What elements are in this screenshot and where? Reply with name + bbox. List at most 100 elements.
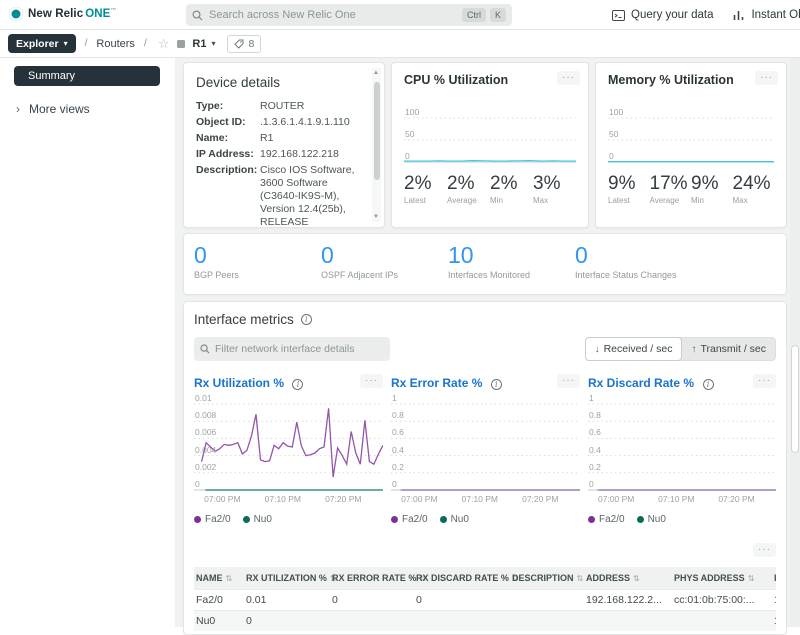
rx-discard-rate-chart[interactable]: 10.80.60.40.20 [588,395,776,491]
legend-item[interactable]: Fa2/0 [588,514,625,525]
logo-text: New RelicONE™ [28,8,117,20]
stat-label: Latest [608,196,650,205]
interface-filter[interactable] [194,337,390,361]
query-your-data-label: Query your data [631,9,713,21]
stat-latest: 9%Latest [608,173,650,205]
rx-utilization-chart-widget: Rx Utilization % i ··· 0.010.0080.0060.0… [194,374,383,525]
tags-badge[interactable]: 8 [227,35,261,53]
query-your-data-button[interactable]: Query your data [612,9,713,21]
column-header-description[interactable]: DESCRIPTION⇅ [510,567,584,589]
legend-item[interactable]: Nu0 [243,514,272,525]
card-menu-button[interactable]: ··· [557,71,580,85]
column-header-rx-discard-rate[interactable]: RX DISCARD RATE %⇅ [414,567,510,589]
chart-menu-button[interactable]: ··· [360,374,383,388]
rx-utilization-chart[interactable]: 0.010.0080.0060.0040.0020 [194,395,383,491]
kpi-value: 0 [194,243,321,267]
scroll-down-icon[interactable]: ▼ [373,214,379,220]
new-relic-logo[interactable]: New RelicONE™ [9,7,117,21]
kpi-interface-status-changes: 0Interface Status Changes [575,243,702,294]
explorer-dropdown[interactable]: Explorer ▾ [8,34,76,53]
table-menu-button[interactable]: ··· [753,543,776,557]
legend-item[interactable]: Nu0 [637,514,666,525]
chart-canvas [404,109,576,163]
column-header-name[interactable]: NAME⇅ [194,567,244,589]
favorite-star-icon[interactable]: ☆ [158,36,170,52]
kpi-label: Interface Status Changes [575,270,702,280]
table-row-nu0[interactable]: Nu0 0 11 [194,610,776,631]
legend-item[interactable]: Fa2/0 [194,514,231,525]
sort-icon[interactable]: ⇅ [748,574,755,583]
table-cell[interactable]: Nu0 [194,610,244,631]
received-per-sec-toggle[interactable]: ↓ Received / sec [585,337,683,361]
y-axis-label: 0.006 [195,427,216,437]
rx-error-rate-chart-widget: Rx Error Rate % i ··· 10.80.60.40.20 07:… [391,374,580,525]
chart-legend: Fa2/0 Nu0 [588,514,776,525]
chart-title[interactable]: Rx Error Rate % [391,376,482,390]
chart-menu-button[interactable]: ··· [557,374,580,388]
y-axis-label: 0 [589,479,594,489]
x-axis-label: 07:00 PM [401,494,437,504]
sidebar-item-summary[interactable]: Summary [14,66,160,86]
terminal-icon [612,10,625,21]
info-icon[interactable]: i [292,379,303,390]
y-axis-label: 0 [392,479,397,489]
sort-icon[interactable]: ⇅ [577,574,584,583]
chart-legend: Fa2/0 Nu0 [391,514,580,525]
interface-charts-row: Rx Utilization % i ··· 0.010.0080.0060.0… [194,374,776,525]
sort-icon[interactable]: ⇅ [226,574,233,583]
column-header-address[interactable]: ADDRESS⇅ [584,567,672,589]
kpi-label: Interfaces Monitored [448,270,575,280]
field-value: ROUTER [260,100,366,113]
stat-average: 17%Average [650,173,692,205]
sidebar-item-more-views[interactable]: › More views [16,102,175,116]
memory-chart[interactable]: 100500 [608,109,774,163]
table-cell [510,589,584,610]
x-axis-label: 07:00 PM [204,494,240,504]
scrollbar-thumb[interactable] [791,345,799,453]
cpu-chart[interactable]: 100500 [404,109,576,163]
y-axis-label: 0.6 [589,427,601,437]
direction-toggle: ↓ Received / sec ↑ Transmit / sec [585,337,776,361]
column-header-phys-address[interactable]: PHYS ADDRESS⇅ [672,567,772,589]
legend-item[interactable]: Fa2/0 [391,514,428,525]
transmit-per-sec-toggle[interactable]: ↑ Transmit / sec [682,338,775,360]
scroll-up-icon[interactable]: ▲ [373,70,379,76]
chart-title[interactable]: Rx Discard Rate % [588,376,694,390]
info-icon[interactable]: i [703,379,714,390]
entity-dropdown-r1[interactable]: R1 ▾ [192,38,215,50]
chart-canvas [194,395,383,491]
breadcrumb-item-routers[interactable]: Routers [96,38,135,50]
instant-observability-button[interactable]: Instant Observability [733,9,800,21]
interface-filter-row: ↓ Received / sec ↑ Transmit / sec [194,337,776,361]
legend-label: Fa2/0 [205,514,231,525]
rx-error-rate-chart[interactable]: 10.80.60.40.20 [391,395,580,491]
chart-title[interactable]: Rx Utilization % [194,376,284,390]
y-axis-label: 0 [609,151,614,161]
sort-icon[interactable]: ⇅ [633,574,640,583]
interface-filter-input[interactable] [215,343,384,355]
card-menu-button[interactable]: ··· [755,71,778,85]
scrollbar-thumb[interactable] [374,82,380,180]
legend-item[interactable]: Nu0 [440,514,469,525]
column-header-rx-error-rate[interactable]: RX ERROR RATE %⇅ [330,567,414,589]
device-scrollbar[interactable]: ▲ ▼ [372,68,381,222]
column-header-in[interactable]: IN [772,567,776,589]
search-input[interactable] [209,9,458,21]
y-axis-label: 0.004 [195,445,216,455]
legend-label: Fa2/0 [599,514,625,525]
table-row-fa2-0[interactable]: Fa2/0 0.01 0 0 192.168.122.2... cc:01:0b… [194,589,776,610]
stat-value: 3% [533,173,576,195]
device-field-description: Description: Cisco IOS Software, 3600 So… [196,164,366,228]
page-scrollbar[interactable] [790,58,800,627]
stat-value: 2% [447,173,490,195]
chart-menu-button[interactable]: ··· [753,374,776,388]
global-search[interactable]: Ctrl K [186,4,512,26]
y-axis-label: 50 [405,129,414,139]
stat-value: 9% [608,173,650,195]
info-icon[interactable]: i [301,314,312,325]
stat-average: 2%Average [447,173,490,205]
x-axis-labels: 07:00 PM07:10 PM07:20 PM [391,494,580,506]
table-cell[interactable]: Fa2/0 [194,589,244,610]
info-icon[interactable]: i [491,379,502,390]
column-header-rx-utilization[interactable]: RX UTILIZATION %⇅ [244,567,330,589]
